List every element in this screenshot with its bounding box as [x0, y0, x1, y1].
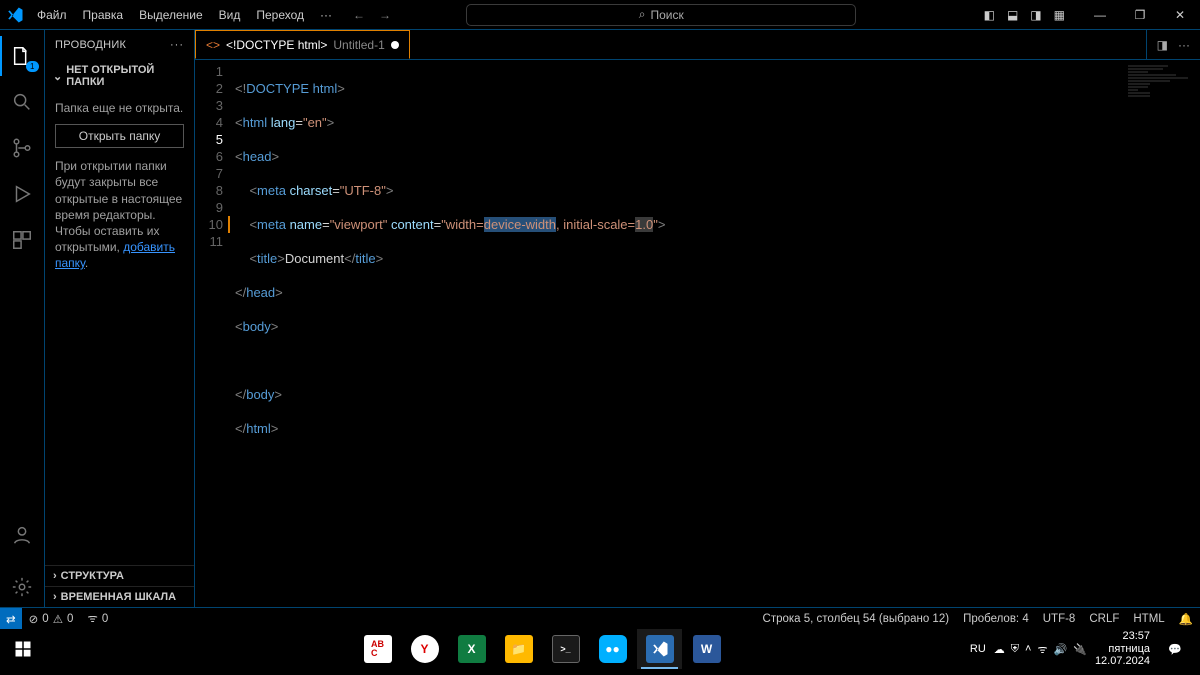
extensions-icon[interactable] — [0, 220, 45, 260]
taskbar-explorer[interactable]: 📁 — [496, 629, 541, 669]
editor-group: <> <!DOCTYPE html> Untitled-1 ◨ ··· 1 2 … — [195, 30, 1200, 607]
code-editor[interactable]: 1 2 3 4 5 6 7 8 9 10 11 <!DOCTYPE html> … — [195, 60, 1200, 607]
taskbar-vscode[interactable] — [637, 629, 682, 669]
system-tray: RU ☁ ⛨ ˄ ᯤ 🔊 🔌 23:57 пятница 12.07.2024 … — [970, 629, 1200, 669]
menu-bar: Файл Правка Выделение Вид Переход ··· — [30, 4, 339, 26]
tray-power-icon[interactable]: 🔌 — [1073, 643, 1087, 656]
taskbar-abcnet[interactable]: ABC — [355, 629, 400, 669]
explorer-icon[interactable]: 1 — [0, 36, 45, 76]
taskbar-yandex[interactable]: Y — [402, 629, 447, 669]
eol[interactable]: CRLF — [1082, 613, 1126, 625]
tray-volume-icon[interactable]: 🔊 — [1054, 643, 1068, 656]
chevron-right-icon: › — [53, 591, 57, 603]
menu-file[interactable]: Файл — [30, 4, 74, 26]
menu-more[interactable]: ··· — [313, 4, 339, 26]
start-button[interactable] — [0, 629, 45, 669]
tray-clock[interactable]: 23:57 пятница 12.07.2024 — [1095, 630, 1150, 668]
nav-back-icon[interactable]: ← — [349, 4, 369, 26]
explorer-badge: 1 — [26, 61, 38, 72]
search-icon: ⌕ — [639, 7, 646, 22]
broadcast-icon: ᯤ — [87, 611, 98, 626]
dirty-indicator-icon — [391, 41, 399, 49]
run-debug-icon[interactable] — [0, 174, 45, 214]
taskbar-apps: ABC Y X 📁 >_ ●● W — [355, 629, 729, 669]
tray-defender-icon[interactable]: ⛨ — [1011, 643, 1019, 656]
layout-buttons: ◧ ⬓ ◨ ▦ — [979, 5, 1070, 25]
layout-primary-sidebar-icon[interactable]: ◧ — [979, 5, 1000, 25]
no-folder-message: Папка еще не открыта. — [55, 100, 184, 116]
indentation[interactable]: Пробелов: 4 — [956, 613, 1036, 625]
split-editor-icon[interactable]: ◨ — [1157, 38, 1168, 52]
tab-bar: <> <!DOCTYPE html> Untitled-1 ◨ ··· — [195, 30, 1200, 60]
tray-onedrive-icon[interactable]: ☁ — [994, 643, 1005, 656]
tab-doctype: <!DOCTYPE html> — [226, 38, 327, 52]
action-center-icon[interactable]: 💬 — [1158, 629, 1192, 669]
vscode-icon — [0, 0, 30, 30]
notifications-icon[interactable]: 🔔 — [1172, 612, 1200, 626]
sidebar-title: ПРОВОДНИК — [55, 39, 126, 51]
language-mode[interactable]: HTML — [1126, 613, 1171, 625]
remote-icon: ⇄ — [6, 612, 16, 626]
editor-more-icon[interactable]: ··· — [1178, 38, 1190, 52]
html-file-icon: <> — [206, 38, 220, 52]
ports-indicator[interactable]: ᯤ0 — [80, 611, 115, 626]
taskbar-app-blue[interactable]: ●● — [590, 629, 635, 669]
window-minimize-button[interactable]: ― — [1080, 0, 1120, 30]
section-timeline[interactable]: › ВРЕМЕННАЯ ШКАЛА — [45, 586, 194, 607]
taskbar-excel[interactable]: X — [449, 629, 494, 669]
nav-forward-icon[interactable]: → — [375, 4, 395, 26]
search-placeholder: Поиск — [650, 8, 683, 22]
remote-indicator[interactable]: ⇄ — [0, 608, 22, 630]
cursor-position[interactable]: Строка 5, столбец 54 (выбрано 12) — [756, 613, 957, 625]
sidebar-explorer: ПРОВОДНИК ··· ⌄ НЕТ ОТКРЫТОЙ ПАПКИ Папка… — [45, 30, 195, 607]
status-bar: ⇄ ⊘0 ⚠0 ᯤ0 Строка 5, столбец 54 (выбрано… — [0, 607, 1200, 629]
windows-taskbar: ABC Y X 📁 >_ ●● W RU ☁ ⛨ ˄ ᯤ 🔊 🔌 23:57 п… — [0, 629, 1200, 669]
tray-chevron-up-icon[interactable]: ˄ — [1025, 643, 1031, 655]
error-icon: ⊘ — [29, 612, 39, 626]
problems-indicator[interactable]: ⊘0 ⚠0 — [22, 612, 81, 626]
section-no-folder[interactable]: ⌄ НЕТ ОТКРЫТОЙ ПАПКИ — [45, 60, 194, 92]
search-activity-icon[interactable] — [0, 82, 45, 122]
sidebar-body: Папка еще не открыта. Открыть папку При … — [45, 92, 194, 288]
layout-customize-icon[interactable]: ▦ — [1049, 5, 1070, 25]
menu-view[interactable]: Вид — [212, 4, 248, 26]
chevron-right-icon: › — [53, 570, 57, 582]
open-folder-button[interactable]: Открыть папку — [55, 124, 184, 148]
menu-goto[interactable]: Переход — [249, 4, 311, 26]
accounts-icon[interactable] — [0, 515, 45, 555]
settings-gear-icon[interactable] — [0, 567, 45, 607]
tray-language[interactable]: RU — [970, 643, 986, 655]
tray-wifi-icon[interactable]: ᯤ — [1037, 642, 1047, 657]
tab-filename: Untitled-1 — [333, 38, 384, 52]
chevron-down-icon: ⌄ — [53, 70, 62, 83]
command-center[interactable]: ⌕ Поиск — [466, 4, 856, 26]
minimap[interactable] — [1128, 65, 1188, 85]
menu-edit[interactable]: Правка — [76, 4, 131, 26]
menu-selection[interactable]: Выделение — [132, 4, 210, 26]
window-close-button[interactable]: ✕ — [1160, 0, 1200, 30]
warning-icon: ⚠ — [53, 612, 63, 626]
section-outline[interactable]: › СТРУКТУРА — [45, 565, 194, 586]
hint-message: При открытии папки будут закрыты все отк… — [55, 158, 184, 271]
title-bar: Файл Правка Выделение Вид Переход ··· ← … — [0, 0, 1200, 30]
taskbar-word[interactable]: W — [684, 629, 729, 669]
window-restore-button[interactable]: ❐ — [1120, 0, 1160, 30]
activity-bar: 1 — [0, 30, 45, 607]
taskbar-cmd[interactable]: >_ — [543, 629, 588, 669]
encoding[interactable]: UTF-8 — [1036, 613, 1083, 625]
layout-panel-icon[interactable]: ⬓ — [1002, 5, 1023, 25]
line-gutter: 1 2 3 4 5 6 7 8 9 10 11 — [195, 60, 235, 607]
sidebar-more-icon[interactable]: ··· — [170, 39, 184, 51]
nav-arrows: ← → — [349, 4, 395, 26]
tab-untitled-1[interactable]: <> <!DOCTYPE html> Untitled-1 — [195, 30, 410, 59]
code-content[interactable]: <!DOCTYPE html> <html lang="en"> <head> … — [235, 60, 665, 607]
source-control-icon[interactable] — [0, 128, 45, 168]
layout-secondary-sidebar-icon[interactable]: ◨ — [1025, 5, 1046, 25]
